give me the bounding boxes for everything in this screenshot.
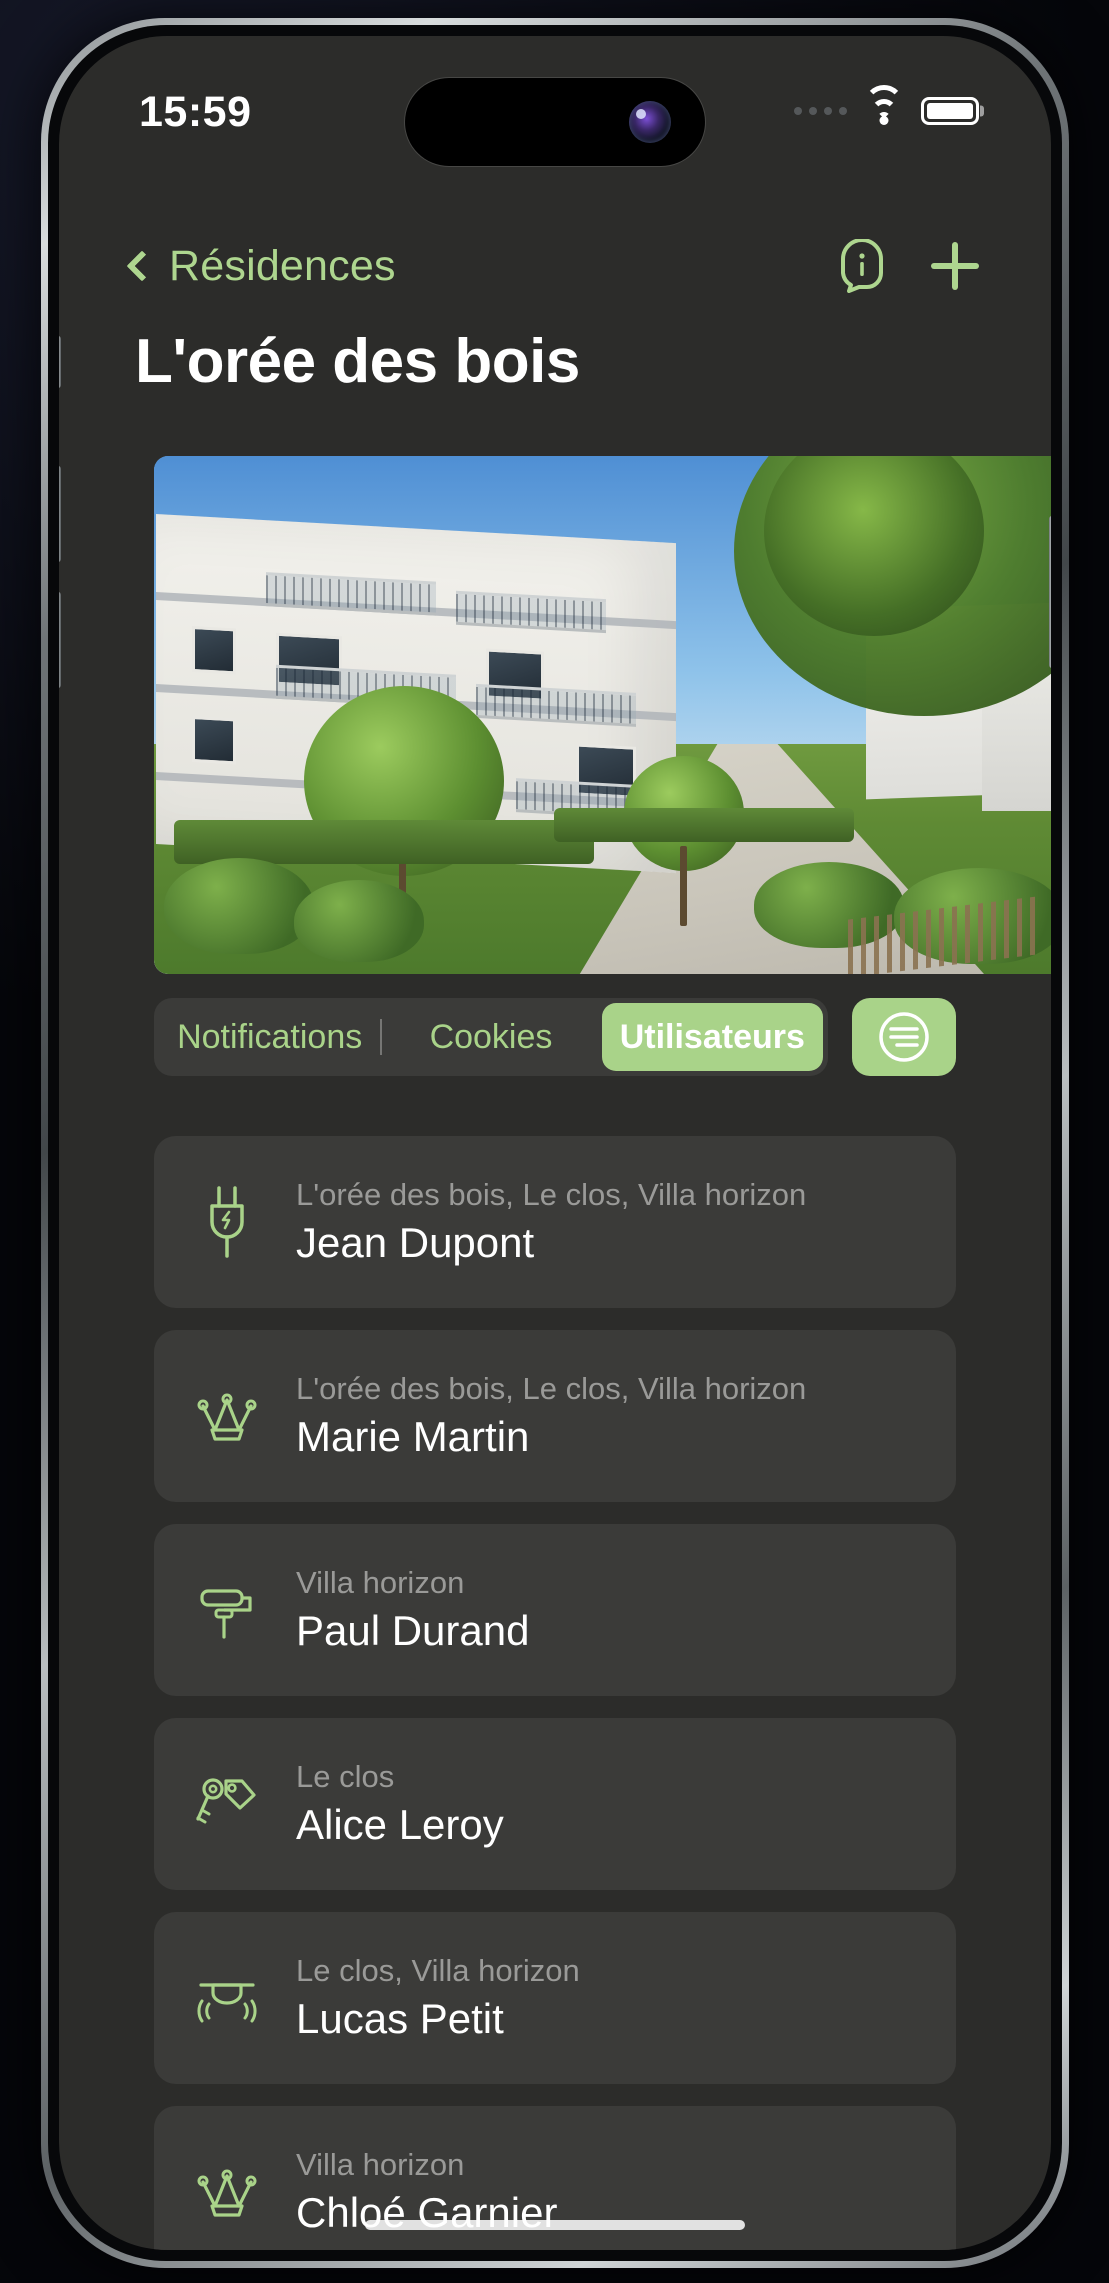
segmented-control: Notifications Cookies Utilisateurs: [154, 998, 828, 1076]
motion-sensor-icon: [194, 1959, 260, 2037]
list-item-name: Alice Leroy: [296, 1801, 504, 1848]
segmented-control-row: Notifications Cookies Utilisateurs: [154, 998, 956, 1076]
list-item-residences: L'orée des bois, Le clos, Villa horizon: [296, 1177, 807, 1212]
crown-icon: [194, 1377, 260, 1455]
add-button[interactable]: [931, 242, 979, 290]
residence-photo: [154, 456, 1051, 974]
front-camera: [629, 101, 671, 143]
list-item-name: Jean Dupont: [296, 1219, 535, 1266]
dynamic-island: [405, 78, 705, 166]
list-item-name: Marie Martin: [296, 1413, 530, 1460]
users-list: L'orée des bois, Le clos, Villa horizon …: [154, 1136, 956, 2250]
list-item-residences: Le clos, Villa horizon: [296, 1953, 580, 1988]
silence-switch[interactable]: [59, 336, 61, 388]
filter-lines-icon: [879, 1012, 929, 1062]
cellular-dots-icon: [794, 106, 847, 115]
navigation-bar: Résidences: [59, 221, 1051, 311]
power-button[interactable]: [1049, 516, 1051, 668]
list-item[interactable]: Le clos Alice Leroy: [154, 1718, 956, 1890]
home-indicator[interactable]: [365, 2220, 745, 2230]
crown-icon: [194, 2153, 260, 2231]
list-item-name: Paul Durand: [296, 1607, 530, 1654]
back-button[interactable]: Résidences: [126, 241, 396, 291]
list-item-residences: Villa horizon: [296, 2147, 465, 2182]
paint-roller-icon: [194, 1571, 260, 1649]
chevron-left-icon: [126, 250, 158, 282]
list-item-residences: Villa horizon: [296, 1565, 465, 1600]
filter-button[interactable]: [852, 998, 956, 1076]
list-item[interactable]: L'orée des bois, Le clos, Villa horizon …: [154, 1330, 956, 1502]
list-item-residences: L'orée des bois, Le clos, Villa horizon: [296, 1371, 807, 1406]
key-tag-icon: [194, 1765, 260, 1843]
volume-up-button[interactable]: [59, 466, 61, 562]
volume-down-button[interactable]: [59, 592, 61, 688]
list-item-residences: Le clos: [296, 1759, 395, 1794]
status-clock: 15:59: [139, 88, 252, 136]
tab-notifications[interactable]: Notifications: [159, 1003, 380, 1071]
battery-icon: [921, 96, 979, 125]
list-item[interactable]: Le clos, Villa horizon Lucas Petit: [154, 1912, 956, 2084]
iphone-device-frame: 15:59 Résidences L'orée des bois Notific…: [41, 18, 1069, 2268]
list-item-name: Lucas Petit: [296, 1995, 504, 2042]
tab-cookies[interactable]: Cookies: [380, 1003, 601, 1071]
wifi-icon: [864, 85, 904, 125]
tab-utilisateurs[interactable]: Utilisateurs: [601, 1003, 823, 1071]
back-button-label: Résidences: [169, 241, 396, 290]
info-icon[interactable]: [837, 239, 887, 293]
list-item[interactable]: L'orée des bois, Le clos, Villa horizon …: [154, 1136, 956, 1308]
phone-screen: 15:59 Résidences L'orée des bois Notific…: [59, 36, 1051, 2250]
list-item[interactable]: Villa horizon Paul Durand: [154, 1524, 956, 1696]
plug-icon: [194, 1183, 260, 1261]
page-title: L'orée des bois: [135, 327, 580, 396]
